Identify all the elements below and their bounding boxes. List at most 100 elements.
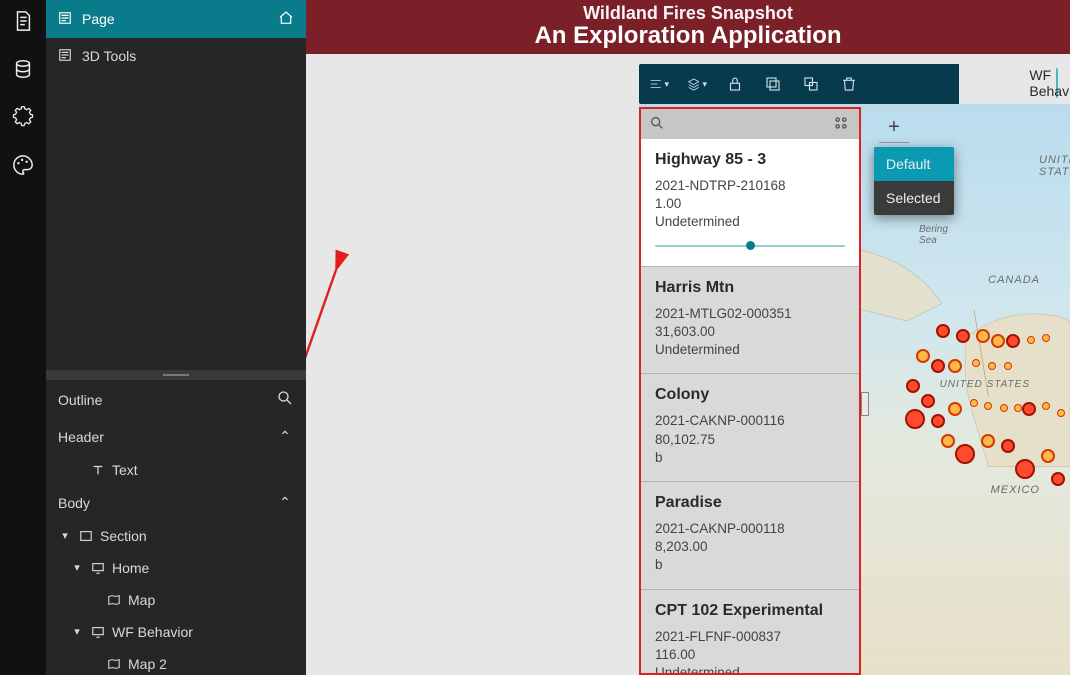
settings-icon[interactable] <box>12 106 34 128</box>
banner-line2: An Exploration Application <box>534 22 841 50</box>
add-tab-button[interactable]: + <box>879 113 909 143</box>
outline-header-section[interactable]: Header ⌃ <box>46 420 306 454</box>
list-item-id: 2021-MTLG02-000351 <box>655 305 845 323</box>
canvas: Wildland Fires Snapshot An Exploration A… <box>306 0 1070 675</box>
list-body[interactable]: Highway 85 - 32021-NDTRP-2101681.00Undet… <box>641 139 859 673</box>
list-item-cause: Undetermined <box>655 213 845 231</box>
map-label-us2: UNITED STATES <box>940 379 1030 390</box>
screen-icon <box>90 560 106 576</box>
list-item-id: 2021-NDTRP-210168 <box>655 177 845 195</box>
tree-text-label: Text <box>112 462 138 478</box>
list-item-cause: b <box>655 556 845 574</box>
data-icon[interactable] <box>12 58 34 80</box>
home-icon[interactable] <box>278 10 294 29</box>
dropdown-selected[interactable]: Selected <box>874 181 954 215</box>
search-icon[interactable] <box>276 389 294 410</box>
header-label: Header <box>58 429 104 445</box>
list-item-value: 116.00 <box>655 646 845 664</box>
tree-map-label: Map <box>128 592 155 608</box>
list-toolbar <box>641 109 859 139</box>
state-dropdown: Default Selected <box>874 147 954 215</box>
list-widget[interactable]: Highway 85 - 32021-NDTRP-2101681.00Undet… <box>639 107 861 675</box>
list-item[interactable]: CPT 102 Experimental 2021-FLFNF-000837116… <box>641 589 859 673</box>
app-banner: Wildland Fires Snapshot An Exploration A… <box>306 0 1070 54</box>
tools-outline-icon <box>58 48 72 65</box>
widget-toolbar: ▾ ▾ <box>639 64 959 104</box>
outline-body-section[interactable]: Body ⌃ <box>46 486 306 520</box>
nav-page-label: Page <box>82 11 268 27</box>
tree-map[interactable]: Map <box>46 584 306 616</box>
outline-label: Outline <box>58 392 102 408</box>
map-icon <box>106 656 122 672</box>
list-item-cause: b <box>655 449 845 467</box>
tree-text[interactable]: Text <box>46 454 306 486</box>
list-item-id: 2021-CAKNP-000116 <box>655 412 845 430</box>
list-item[interactable]: Colony 2021-CAKNP-00011680,102.75b <box>641 373 859 481</box>
body-label: Body <box>58 495 90 511</box>
list-item-title: CPT 102 Experimental <box>655 602 845 620</box>
tree-map2[interactable]: Map 2 <box>46 648 306 675</box>
chevron-up-icon: ⌃ <box>276 494 294 511</box>
list-item-value: 1.00 <box>655 195 845 213</box>
list-item-id: 2021-FLFNF-000837 <box>655 628 845 646</box>
lock-icon[interactable] <box>725 74 745 94</box>
grid-icon[interactable] <box>833 115 851 133</box>
dropdown-selected-label: Selected <box>886 190 940 206</box>
panel-resize-handle[interactable] <box>46 370 306 380</box>
search-icon[interactable] <box>649 115 667 133</box>
list-item-title: Harris Mtn <box>655 279 845 297</box>
section-icon <box>78 528 94 544</box>
list-item-title: Colony <box>655 386 845 404</box>
list-item-value: 8,203.00 <box>655 538 845 556</box>
banner-line1: Wildland Fires Snapshot <box>583 4 793 22</box>
chevron-up-icon: ⌃ <box>276 428 294 445</box>
layers-icon[interactable]: ▾ <box>687 74 707 94</box>
tree-map2-label: Map 2 <box>128 656 167 672</box>
app-rail <box>0 0 46 675</box>
list-item[interactable]: Highway 85 - 3 2021-NDTRP-2101681.00Undet… <box>641 139 859 266</box>
tree-wf-label: WF Behavior <box>112 624 193 640</box>
tab-wf-behavior[interactable]: WF Behavior <box>1056 68 1058 98</box>
chevron-down-icon[interactable]: ▾ <box>70 561 84 574</box>
copy-icon[interactable] <box>763 74 783 94</box>
list-item-title: Highway 85 - 3 <box>655 151 845 169</box>
map-label-mex: MEXICO <box>991 484 1040 496</box>
map-label-bering: Bering Sea <box>919 224 948 246</box>
list-item-cause: Undetermined <box>655 341 845 359</box>
tree-home-label: Home <box>112 560 149 576</box>
list-item[interactable]: Harris Mtn 2021-MTLG02-00035131,603.00Und… <box>641 266 859 374</box>
dropdown-default-label: Default <box>886 156 930 172</box>
list-item-value: 80,102.75 <box>655 431 845 449</box>
outline-panel: Page 3D Tools Outline Header ⌃ Text <box>46 0 306 675</box>
tree-wf-behavior[interactable]: ▾ WF Behavior <box>46 616 306 648</box>
chevron-down-icon[interactable]: ▾ <box>70 625 84 638</box>
map-icon <box>106 592 122 608</box>
nav-page[interactable]: Page <box>46 0 306 38</box>
tree-section[interactable]: ▾ Section <box>46 520 306 552</box>
list-item-id: 2021-CAKNP-000118 <box>655 520 845 538</box>
chevron-down-icon[interactable]: ▾ <box>58 529 72 542</box>
trash-icon[interactable] <box>839 74 859 94</box>
resize-handle-right[interactable] <box>861 392 869 416</box>
tree-home[interactable]: ▾ Home <box>46 552 306 584</box>
list-item-title: Paradise <box>655 494 845 512</box>
plus-icon: + <box>888 116 900 139</box>
list-item-cause: Undetermined <box>655 664 845 673</box>
page-icon[interactable] <box>12 10 34 32</box>
map-label-canada: CANADA <box>988 274 1040 286</box>
duplicate-icon[interactable] <box>801 74 821 94</box>
dropdown-default[interactable]: Default <box>874 147 954 181</box>
list-item-value: 31,603.00 <box>655 323 845 341</box>
map-label-us: UNITED STATES <box>1039 154 1070 178</box>
tree-section-label: Section <box>100 528 147 544</box>
theme-icon[interactable] <box>12 154 34 176</box>
page-outline-icon <box>58 11 72 28</box>
text-icon <box>90 462 106 478</box>
list-item[interactable]: Paradise 2021-CAKNP-0001188,203.00b <box>641 481 859 589</box>
nav-3d-tools-label: 3D Tools <box>82 48 294 64</box>
outline-header: Outline <box>46 380 306 420</box>
nav-3d-tools[interactable]: 3D Tools <box>46 38 306 74</box>
list-item-slider[interactable] <box>655 240 845 252</box>
align-icon[interactable]: ▾ <box>649 74 669 94</box>
screen-icon <box>90 624 106 640</box>
